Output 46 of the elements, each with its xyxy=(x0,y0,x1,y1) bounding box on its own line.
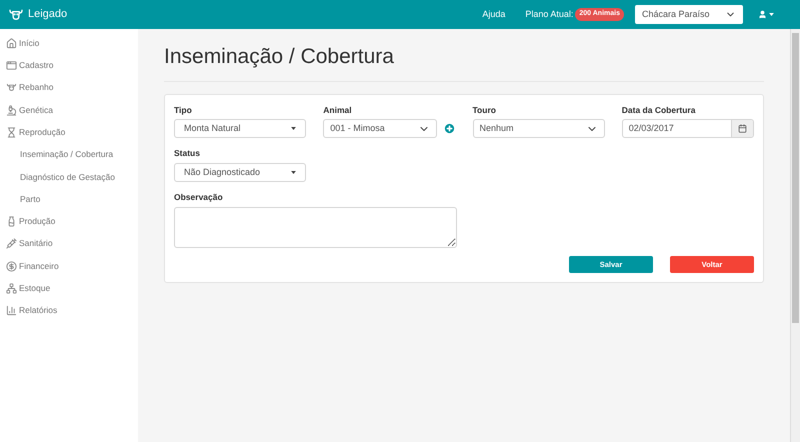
field-label: Touro xyxy=(472,104,497,116)
sidebar-item[interactable]: Financeiro xyxy=(0,254,138,278)
bar-chart-icon xyxy=(6,305,17,316)
caret-icon xyxy=(291,171,296,174)
sidebar-item[interactable]: Início xyxy=(0,32,138,54)
sidebar-item[interactable]: Genética xyxy=(0,98,138,122)
sidebar-subitem[interactable]: Parto xyxy=(0,188,138,210)
sidebar-item[interactable]: Rebanho xyxy=(0,76,138,99)
scrollbar[interactable] xyxy=(790,29,800,442)
house-icon xyxy=(6,38,17,49)
syringe-icon xyxy=(6,238,17,250)
select-field[interactable]: Nenhum xyxy=(472,119,605,138)
plan-label: Plano Atual: xyxy=(525,8,574,21)
date-field[interactable]: 02/03/2017 xyxy=(622,119,754,138)
sidebar-item[interactable]: Cadastro xyxy=(0,54,138,77)
help-link[interactable]: Ajuda xyxy=(482,8,506,22)
sidebar-subitem[interactable]: Diagnóstico de Gestação xyxy=(0,166,138,188)
field-label: Animal xyxy=(323,104,353,116)
dollar-icon xyxy=(6,260,17,272)
select-field[interactable]: 001 - Mimosa xyxy=(323,119,436,138)
sidebar-item[interactable]: Relatórios xyxy=(0,300,138,322)
cow-logo-icon xyxy=(8,6,24,22)
field-label: Status xyxy=(174,147,201,160)
hourglass-icon xyxy=(6,126,17,138)
cow-icon xyxy=(6,82,17,94)
microscope-icon xyxy=(6,104,17,116)
field-label: Data da Cobertura xyxy=(622,104,696,116)
farm-select[interactable]: Chácara Paraíso xyxy=(635,5,743,24)
brand-name[interactable]: Leigado xyxy=(28,6,68,23)
observation-field[interactable] xyxy=(174,206,457,248)
page-title: Inseminação / Cobertura xyxy=(164,41,764,82)
field-label: Tipo xyxy=(174,104,193,116)
window-icon xyxy=(6,60,17,71)
sidebar-subitem[interactable]: Inseminação / Cobertura xyxy=(0,143,138,166)
user-icon[interactable] xyxy=(758,10,767,19)
sidebar-item[interactable]: Produção xyxy=(0,210,138,233)
caret-icon xyxy=(769,13,774,16)
sidebar-item[interactable]: Sanitário xyxy=(0,232,138,255)
add-icon[interactable] xyxy=(442,122,456,136)
sidebar-item[interactable]: Estoque xyxy=(0,277,138,300)
select-field[interactable]: Monta Natural xyxy=(174,119,306,138)
select-field[interactable]: Não Diagnosticado xyxy=(174,163,306,182)
caret-icon xyxy=(291,127,296,130)
sidebar-item[interactable]: Reprodução xyxy=(0,121,138,144)
calendar-icon[interactable] xyxy=(738,124,747,134)
field-label: Observação xyxy=(174,191,224,204)
